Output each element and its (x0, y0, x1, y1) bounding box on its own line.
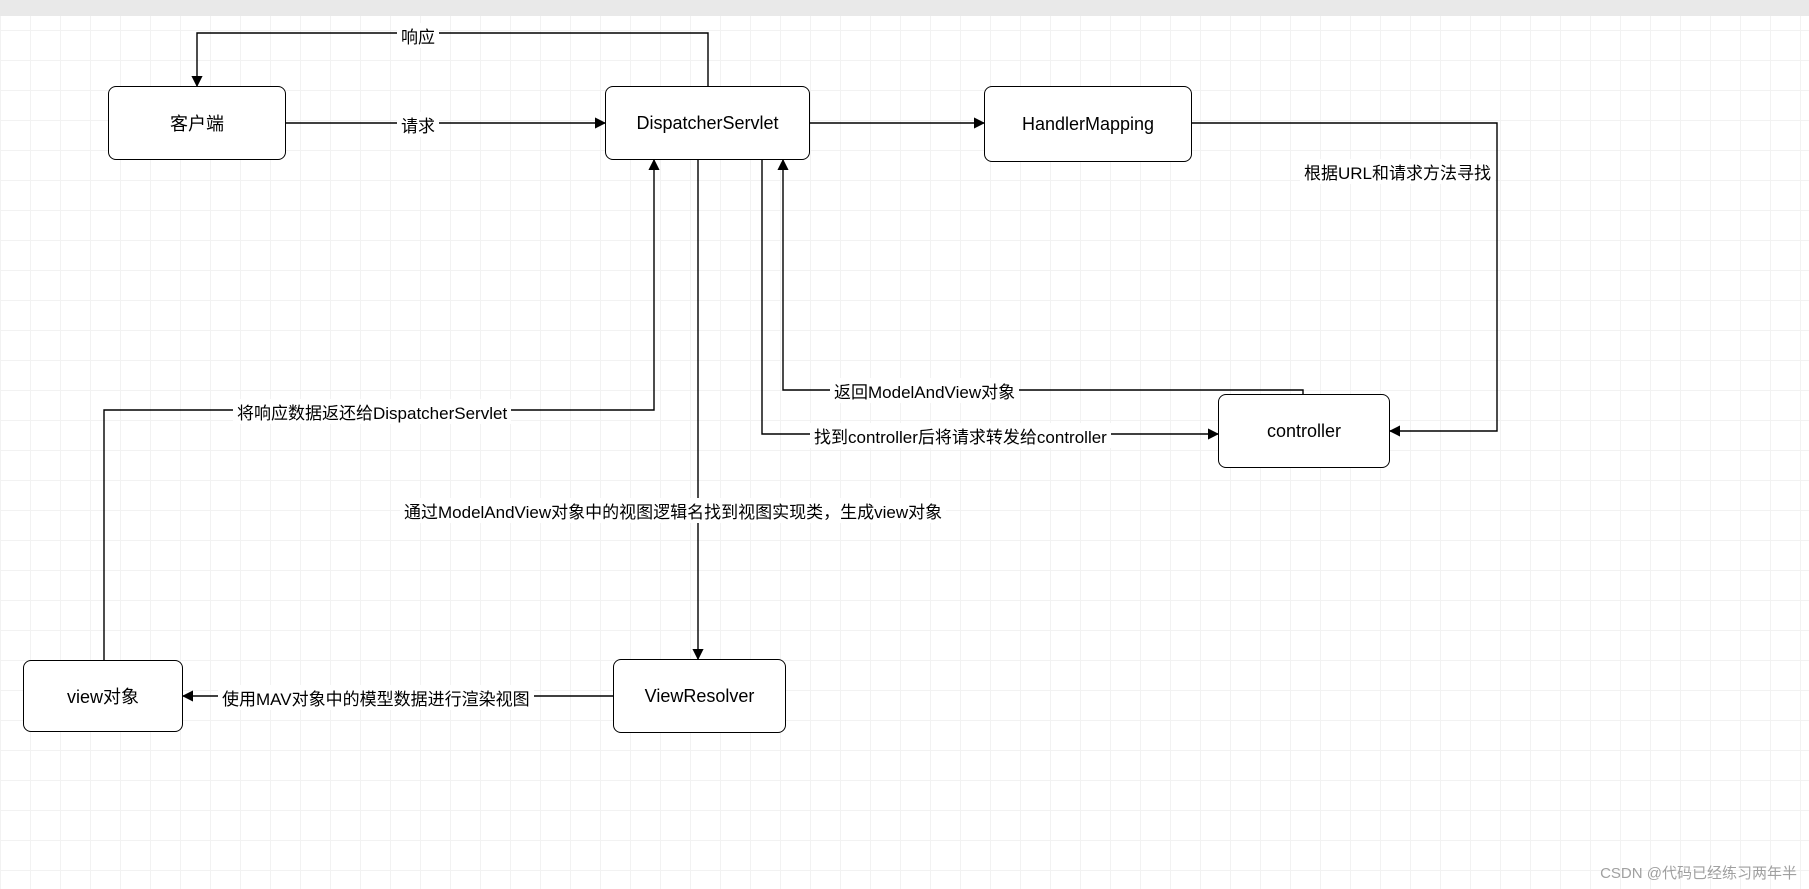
watermark: CSDN @代码已经练习两年半 (1600, 862, 1797, 883)
node-label: controller (1267, 421, 1341, 442)
edge-label-request: 请求 (397, 112, 439, 137)
edge-label-find-by-url: 根据URL和请求方法寻找 (1300, 159, 1495, 184)
node-view-resolver: ViewResolver (613, 659, 786, 733)
edge-return-mav (783, 160, 1303, 394)
node-client: 客户端 (108, 86, 286, 160)
node-label: 客户端 (170, 110, 224, 136)
node-label: HandlerMapping (1022, 114, 1154, 135)
edge-label-render-view: 使用MAV对象中的模型数据进行渲染视图 (218, 685, 534, 710)
node-dispatcher-servlet: DispatcherServlet (605, 86, 810, 160)
node-label: ViewResolver (645, 686, 755, 707)
edge-label-return-mav: 返回ModelAndView对象 (830, 378, 1019, 403)
diagram-canvas: 客户端 DispatcherServlet HandlerMapping con… (0, 0, 1809, 889)
node-label: DispatcherServlet (636, 113, 778, 134)
edge-label-forward-controller: 找到controller后将请求转发给controller (810, 423, 1111, 448)
edge-response (197, 33, 708, 86)
edge-label-return-dispatcher: 将响应数据返还给DispatcherServlet (233, 399, 511, 424)
node-label: view对象 (67, 683, 139, 709)
edge-label-to-view-resolver: 通过ModelAndView对象中的视图逻辑名找到视图实现类，生成view对象 (400, 498, 946, 523)
edge-label-response: 响应 (397, 23, 439, 48)
node-handler-mapping: HandlerMapping (984, 86, 1192, 162)
node-view-object: view对象 (23, 660, 183, 732)
node-controller: controller (1218, 394, 1390, 468)
